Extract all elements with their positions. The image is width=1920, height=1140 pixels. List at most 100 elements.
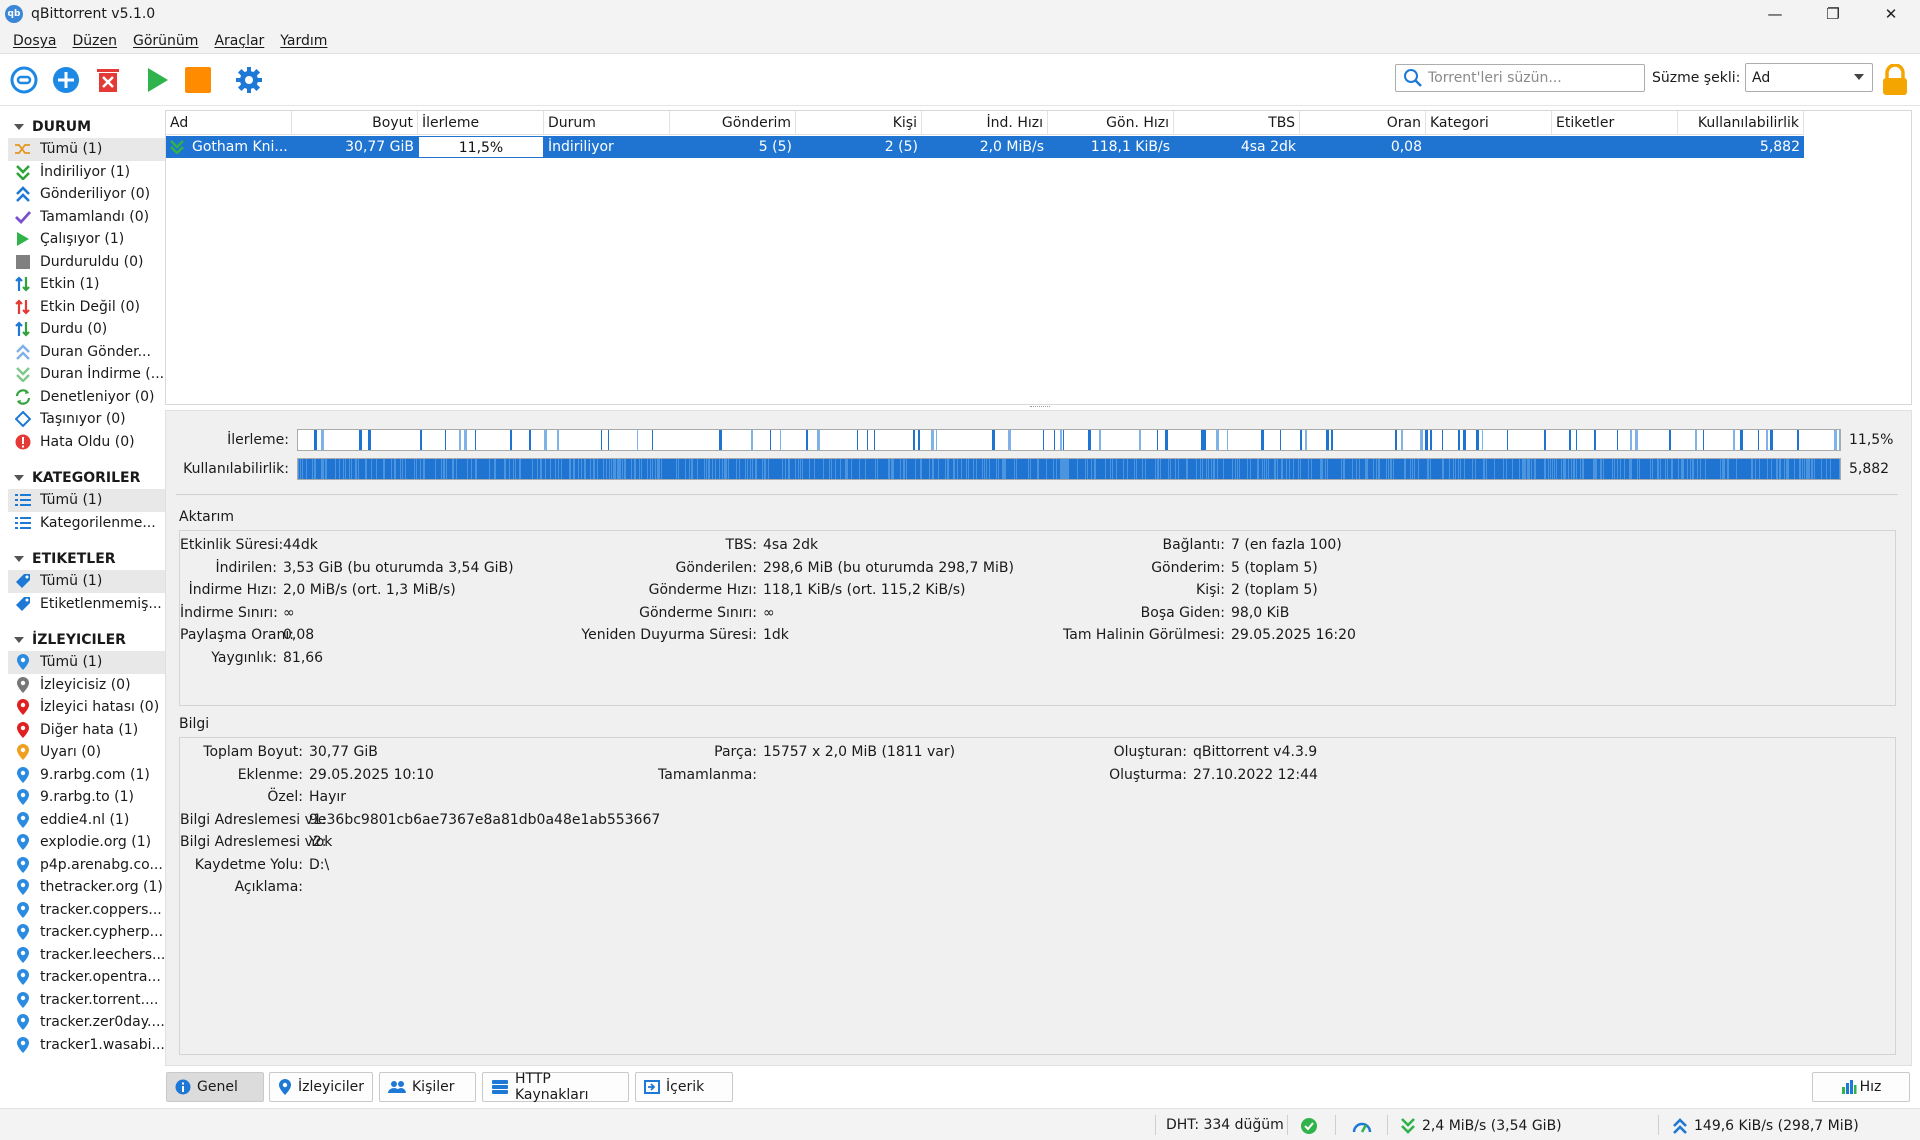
close-button[interactable]: ✕ <box>1862 0 1920 28</box>
filter-input[interactable] <box>1428 70 1638 86</box>
options-icon[interactable] <box>233 64 265 96</box>
tracker-filter-item-label: explodie.org (1) <box>40 834 152 851</box>
status-filter-item[interactable]: Hata Oldu (0) <box>8 431 165 454</box>
tab-speed[interactable]: Hız <box>1812 1072 1910 1102</box>
column-header-size[interactable]: Boyut <box>292 111 418 135</box>
tracker-filter-item[interactable]: tracker.zer0day.... <box>8 1011 165 1034</box>
speed-limit-icon[interactable] <box>1352 1117 1372 1135</box>
tracker-filter-item[interactable]: 9.rarbg.com (1) <box>8 764 165 787</box>
status-filter-item[interactable]: Etkin (1) <box>8 273 165 296</box>
minimize-button[interactable]: — <box>1746 0 1804 28</box>
column-header-status[interactable]: Durum <box>544 111 670 135</box>
download-status[interactable]: 2,4 MiB/s (3,54 GiB) <box>1400 1117 1562 1135</box>
status-section-title: DURUM <box>32 119 92 135</box>
divider <box>1155 1115 1156 1135</box>
tracker-filter-item[interactable]: Tümü (1) <box>8 651 165 674</box>
tracker-filter-item[interactable]: eddie4.nl (1) <box>8 809 165 832</box>
tracker-filter-item[interactable]: tracker.coppers... <box>8 899 165 922</box>
info-group-title: Bilgi <box>179 716 210 732</box>
tracker-filter-item[interactable]: tracker1.wasabi... <box>8 1034 165 1057</box>
column-header-peers[interactable]: Kişi <box>796 111 922 135</box>
column-header-progress[interactable]: İlerleme <box>418 111 544 135</box>
filter-mode-select[interactable]: Ad <box>1745 63 1873 92</box>
tab-general[interactable]: Genel <box>166 1072 264 1102</box>
category-filter-item[interactable]: Tümü (1) <box>8 489 165 512</box>
column-header-ratio[interactable]: Oran <box>1300 111 1426 135</box>
column-header-tags[interactable]: Etiketler <box>1552 111 1678 135</box>
column-header-dl-speed[interactable]: İnd. Hızı <box>922 111 1048 135</box>
menu-help[interactable]: Yardım <box>272 33 335 49</box>
status-filter-item[interactable]: Durdu (0) <box>8 318 165 341</box>
menu-tools[interactable]: Araçlar <box>206 33 272 49</box>
stalled-upload-icon <box>14 344 32 360</box>
detail-value: 118,1 KiB/s (ort. 115,2 KiB/s) <box>763 582 966 598</box>
status-filter-item[interactable]: Çalışıyor (1) <box>8 228 165 251</box>
tab-trackers[interactable]: İzleyiciler <box>269 1072 373 1102</box>
tracker-filter-item-label: thetracker.org (1) <box>40 879 163 896</box>
detail-key: İndirme Sınırı: <box>180 604 278 621</box>
categories-section-header[interactable]: KATEGORILER <box>8 467 165 489</box>
tag-filter-item[interactable]: Etiketlenmemiş... <box>8 593 165 616</box>
column-header-availability[interactable]: Kullanılabilirlik <box>1678 111 1804 135</box>
tag-filter-item[interactable]: Tümü (1) <box>8 570 165 593</box>
menu-view[interactable]: Görünüm <box>125 33 206 49</box>
cell-peers: 2 (5) <box>884 139 918 155</box>
torrent-list[interactable]: Ad Boyut İlerleme Durum Gönderim Kişi İnd. Hız… <box>165 110 1912 405</box>
status-filter-item[interactable]: Duran Gönder... <box>8 341 165 364</box>
trackers-section-header[interactable]: İZLEYICILER <box>8 629 165 651</box>
tracker-filter-item[interactable]: tracker.torrent.... <box>8 989 165 1012</box>
tracker-filter-item[interactable]: p4p.arenabg.co... <box>8 854 165 877</box>
filter-search-box[interactable] <box>1395 64 1645 92</box>
tracker-filter-item[interactable]: Diğer hata (1) <box>8 719 165 742</box>
availability-label: Kullanılabilirlik: <box>183 461 289 477</box>
delete-icon[interactable] <box>92 64 124 96</box>
status-section-header[interactable]: DURUM <box>8 116 165 138</box>
tracker-filter-item[interactable]: thetracker.org (1) <box>8 876 165 899</box>
column-header-name[interactable]: Ad <box>166 111 292 135</box>
menu-file[interactable]: Dosya <box>5 33 65 49</box>
status-filter-item[interactable]: Gönderiliyor (0) <box>8 183 165 206</box>
resume-icon[interactable] <box>141 64 173 96</box>
tab-peers[interactable]: Kişiler <box>379 1072 476 1102</box>
upload-status[interactable]: 149,6 KiB/s (298,7 MiB) <box>1672 1117 1859 1135</box>
tracker-filter-item[interactable]: tracker.opentra... <box>8 966 165 989</box>
add-torrent-icon[interactable] <box>50 64 82 96</box>
detail-key: Yaygınlık: <box>211 649 277 666</box>
tracker-filter-item[interactable]: 9.rarbg.to (1) <box>8 786 165 809</box>
status-filter-item[interactable]: Taşınıyor (0) <box>8 408 165 431</box>
splitter-handle[interactable] <box>1030 406 1050 408</box>
detail-key: Bilgi Adreslemesi v2: <box>180 834 327 850</box>
tab-http-sources[interactable]: HTTP Kaynakları <box>482 1071 629 1103</box>
column-header-category[interactable]: Kategori <box>1426 111 1552 135</box>
column-header-ul-speed[interactable]: Gön. Hızı <box>1048 111 1174 135</box>
tracker-filter-item[interactable]: tracker.cypherp... <box>8 921 165 944</box>
status-filter-item[interactable]: Durduruldu (0) <box>8 251 165 274</box>
status-filter-item[interactable]: Etkin Değil (0) <box>8 296 165 319</box>
status-filter-item[interactable]: Duran İndirme (... <box>8 363 165 386</box>
maximize-button[interactable]: ❐ <box>1804 0 1862 28</box>
status-filter-item[interactable]: Tümü (1) <box>8 138 165 161</box>
status-filter-item[interactable]: Tamamlandı (0) <box>8 206 165 229</box>
detail-key: TBS: <box>725 537 757 553</box>
add-link-icon[interactable] <box>8 64 40 96</box>
tracker-filter-item[interactable]: tracker.leechers... <box>8 944 165 967</box>
tracker-filter-item[interactable]: İzleyici hatası (0) <box>8 696 165 719</box>
menu-edit[interactable]: Düzen <box>65 33 126 49</box>
tab-content[interactable]: İçerik <box>635 1072 733 1102</box>
category-filter-item[interactable]: Kategorilenme... <box>8 512 165 535</box>
status-filter-item[interactable]: Denetleniyor (0) <box>8 386 165 409</box>
connection-status-icon[interactable] <box>1300 1117 1318 1135</box>
tracker-filter-item[interactable]: Uyarı (0) <box>8 741 165 764</box>
status-filter-item[interactable]: İndiriliyor (1) <box>8 161 165 184</box>
tags-section-header[interactable]: ETIKETLER <box>8 548 165 570</box>
tracker-filter-item[interactable]: İzleyicisiz (0) <box>8 674 165 697</box>
tracker-filter-item[interactable]: explodie.org (1) <box>8 831 165 854</box>
cell-category <box>1426 136 1552 158</box>
tracker-pin-icon <box>14 1014 32 1031</box>
pause-icon[interactable] <box>182 64 214 96</box>
column-header-seeds[interactable]: Gönderim <box>670 111 796 135</box>
torrent-row[interactable]: Gotham Kni... 30,77 GiB 11,5% İndiriliyor 5 … <box>166 136 1804 158</box>
detail-value: Hayır <box>309 789 347 805</box>
column-header-eta[interactable]: TBS <box>1174 111 1300 135</box>
lock-icon[interactable] <box>1880 63 1912 96</box>
